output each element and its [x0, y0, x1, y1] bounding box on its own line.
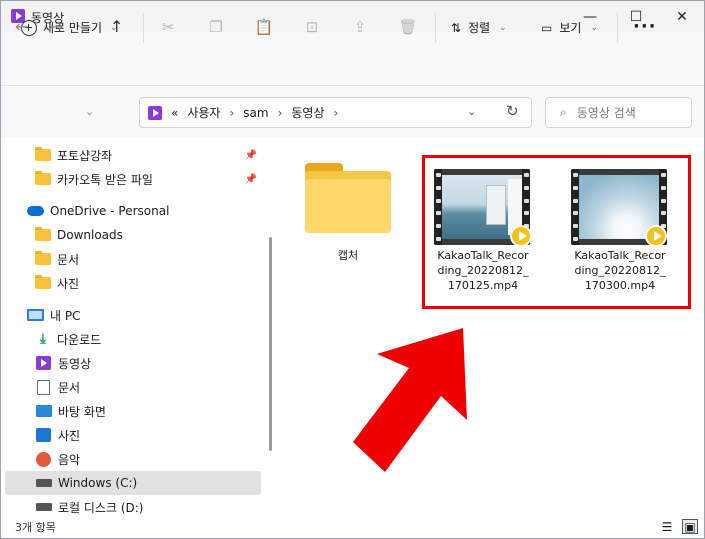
search-icon: ⌕ — [560, 105, 567, 119]
status-bar — [1, 516, 704, 538]
copy-icon[interactable]: ❐ — [207, 18, 225, 36]
details-view-button[interactable]: ☰ — [659, 519, 675, 534]
view-label: 보기 — [559, 21, 582, 35]
folder-icon — [35, 227, 51, 241]
sidebar-item-downloads[interactable]: Downloads — [1, 223, 263, 247]
rename-icon[interactable]: ⊡ — [303, 18, 321, 36]
paste-icon[interactable]: 📋 — [255, 18, 274, 36]
search-input[interactable]: ⌕ 동영상 검색 — [545, 97, 692, 128]
video-folder-icon — [148, 105, 162, 120]
up-button[interactable]: ↑ — [110, 17, 123, 36]
pin-icon: 📌 — [244, 173, 257, 185]
sidebar-item-label: Downloads — [57, 228, 123, 242]
sidebar-item-this-pc[interactable]: 내 PC — [1, 303, 263, 327]
computer-icon — [27, 309, 44, 321]
sort-label: 정렬 — [468, 21, 491, 35]
toolbar-divider — [435, 13, 436, 43]
back-button[interactable]: ← — [15, 17, 28, 36]
onedrive-cloud-icon — [27, 206, 44, 216]
delete-icon[interactable]: 🗑 — [398, 18, 417, 36]
drive-icon — [36, 503, 52, 511]
recent-locations-button[interactable]: ⌄ — [85, 105, 94, 118]
sidebar-item-label: OneDrive - Personal — [50, 204, 170, 218]
sidebar-item-kakaotalk[interactable]: 카카오톡 받은 파일 📌 — [1, 167, 263, 191]
music-icon — [36, 451, 51, 467]
folder-icon — [35, 275, 51, 289]
sort-button[interactable]: ⇅ 정렬 ⌄ — [451, 19, 507, 36]
tiles-view-button[interactable]: ▣ — [682, 519, 698, 534]
toolbar-divider — [143, 13, 144, 43]
sidebar-item-label: 로컬 디스크 (D:) — [58, 500, 144, 515]
chevron-right-icon[interactable]: › — [229, 106, 234, 120]
share-icon[interactable]: ⇪ — [351, 18, 369, 36]
new-button[interactable]: 새로 만들기 ⌄ — [21, 19, 118, 36]
highlight-box — [422, 155, 691, 309]
chevron-down-icon: ⌄ — [590, 22, 598, 33]
forward-button[interactable]: → — [50, 17, 63, 36]
sidebar-item-pc-videos[interactable]: 동영상 — [1, 351, 263, 375]
document-icon — [37, 379, 50, 395]
sidebar-item-label: 문서 — [58, 380, 81, 395]
file-name[interactable]: 캡처 — [305, 248, 391, 263]
sidebar-item-pictures[interactable]: 사진 — [1, 271, 263, 295]
chevron-down-icon: ⌄ — [499, 22, 507, 33]
sidebar-item-label: 사진 — [57, 276, 80, 291]
sidebar-item-photoshop[interactable]: 포토샵강좌 📌 — [1, 143, 263, 167]
search-placeholder: 동영상 검색 — [576, 106, 636, 120]
breadcrumb-overflow[interactable]: « — [171, 106, 178, 120]
sidebar-scrollbar[interactable] — [269, 237, 272, 451]
breadcrumb-item[interactable]: 사용자 — [187, 104, 220, 121]
navigation-pane: 포토샵강좌 📌 카카오톡 받은 파일 📌 OneDrive - Personal… — [1, 138, 263, 516]
address-dropdown-button[interactable]: ⌄ — [467, 105, 476, 118]
chevron-right-icon[interactable]: › — [278, 106, 283, 120]
view-button[interactable]: ▭ 보기 ⌄ — [541, 19, 598, 36]
video-icon — [36, 356, 51, 370]
folder-icon — [35, 171, 51, 185]
pin-icon: 📌 — [244, 149, 257, 161]
close-button[interactable]: ✕ — [659, 1, 705, 32]
breadcrumb-item[interactable]: 동영상 — [291, 104, 324, 121]
sidebar-item-label: 음악 — [58, 452, 81, 467]
red-arrow-annotation — [353, 328, 467, 472]
sidebar-item-pc-music[interactable]: 음악 — [1, 447, 263, 471]
sidebar-item-pc-documents[interactable]: 문서 — [1, 375, 263, 399]
download-icon: ⤓ — [39, 331, 47, 347]
folder-icon[interactable] — [305, 163, 391, 233]
sidebar-item-label: 다운로드 — [57, 332, 102, 347]
sidebar-item-drive-c[interactable]: Windows (C:) — [5, 471, 261, 495]
toolbar-divider — [617, 13, 618, 43]
sidebar-item-label: 동영상 — [58, 356, 92, 371]
sidebar-item-label: 포토샵강좌 — [57, 148, 113, 163]
refresh-button[interactable]: ↻ — [506, 102, 519, 120]
folder-icon — [35, 147, 51, 161]
command-bar — [1, 32, 704, 86]
chevron-right-icon[interactable]: › — [334, 106, 339, 120]
sidebar-item-documents[interactable]: 문서 — [1, 247, 263, 271]
view-icon: ▭ — [541, 20, 553, 35]
sidebar-item-onedrive[interactable]: OneDrive - Personal — [1, 199, 263, 223]
item-count: 3개 항목 — [15, 521, 56, 534]
sidebar-item-label: 사진 — [58, 428, 81, 443]
folder-icon — [35, 251, 51, 265]
sidebar-item-label: 문서 — [57, 252, 80, 267]
sidebar-item-drive-d[interactable]: 로컬 디스크 (D:) — [1, 495, 263, 516]
more-options-button[interactable]: ··· — [633, 16, 657, 37]
explorer-window: 동영상 — ☐ ✕ 새로 만들기 ⌄ ✂ ❐ 📋 ⊡ ⇪ 🗑 ⇅ 정렬 ⌄ ▭ … — [0, 0, 705, 539]
sidebar-item-pc-desktop[interactable]: 바탕 화면 — [1, 399, 263, 423]
sidebar-item-label: 카카오톡 받은 파일 — [57, 172, 153, 187]
drive-icon — [36, 479, 52, 487]
sidebar-item-pc-pictures[interactable]: 사진 — [1, 423, 263, 447]
sidebar-item-label: Windows (C:) — [58, 476, 138, 490]
desktop-icon — [36, 405, 52, 417]
sort-icon: ⇅ — [451, 20, 462, 35]
breadcrumb-item[interactable]: sam — [243, 106, 268, 120]
sidebar-item-label: 바탕 화면 — [58, 404, 106, 419]
sidebar-item-label: 내 PC — [50, 308, 81, 323]
cut-icon[interactable]: ✂ — [159, 18, 177, 36]
picture-icon — [36, 428, 51, 442]
sidebar-item-pc-downloads[interactable]: ⤓ 다운로드 — [1, 327, 263, 351]
